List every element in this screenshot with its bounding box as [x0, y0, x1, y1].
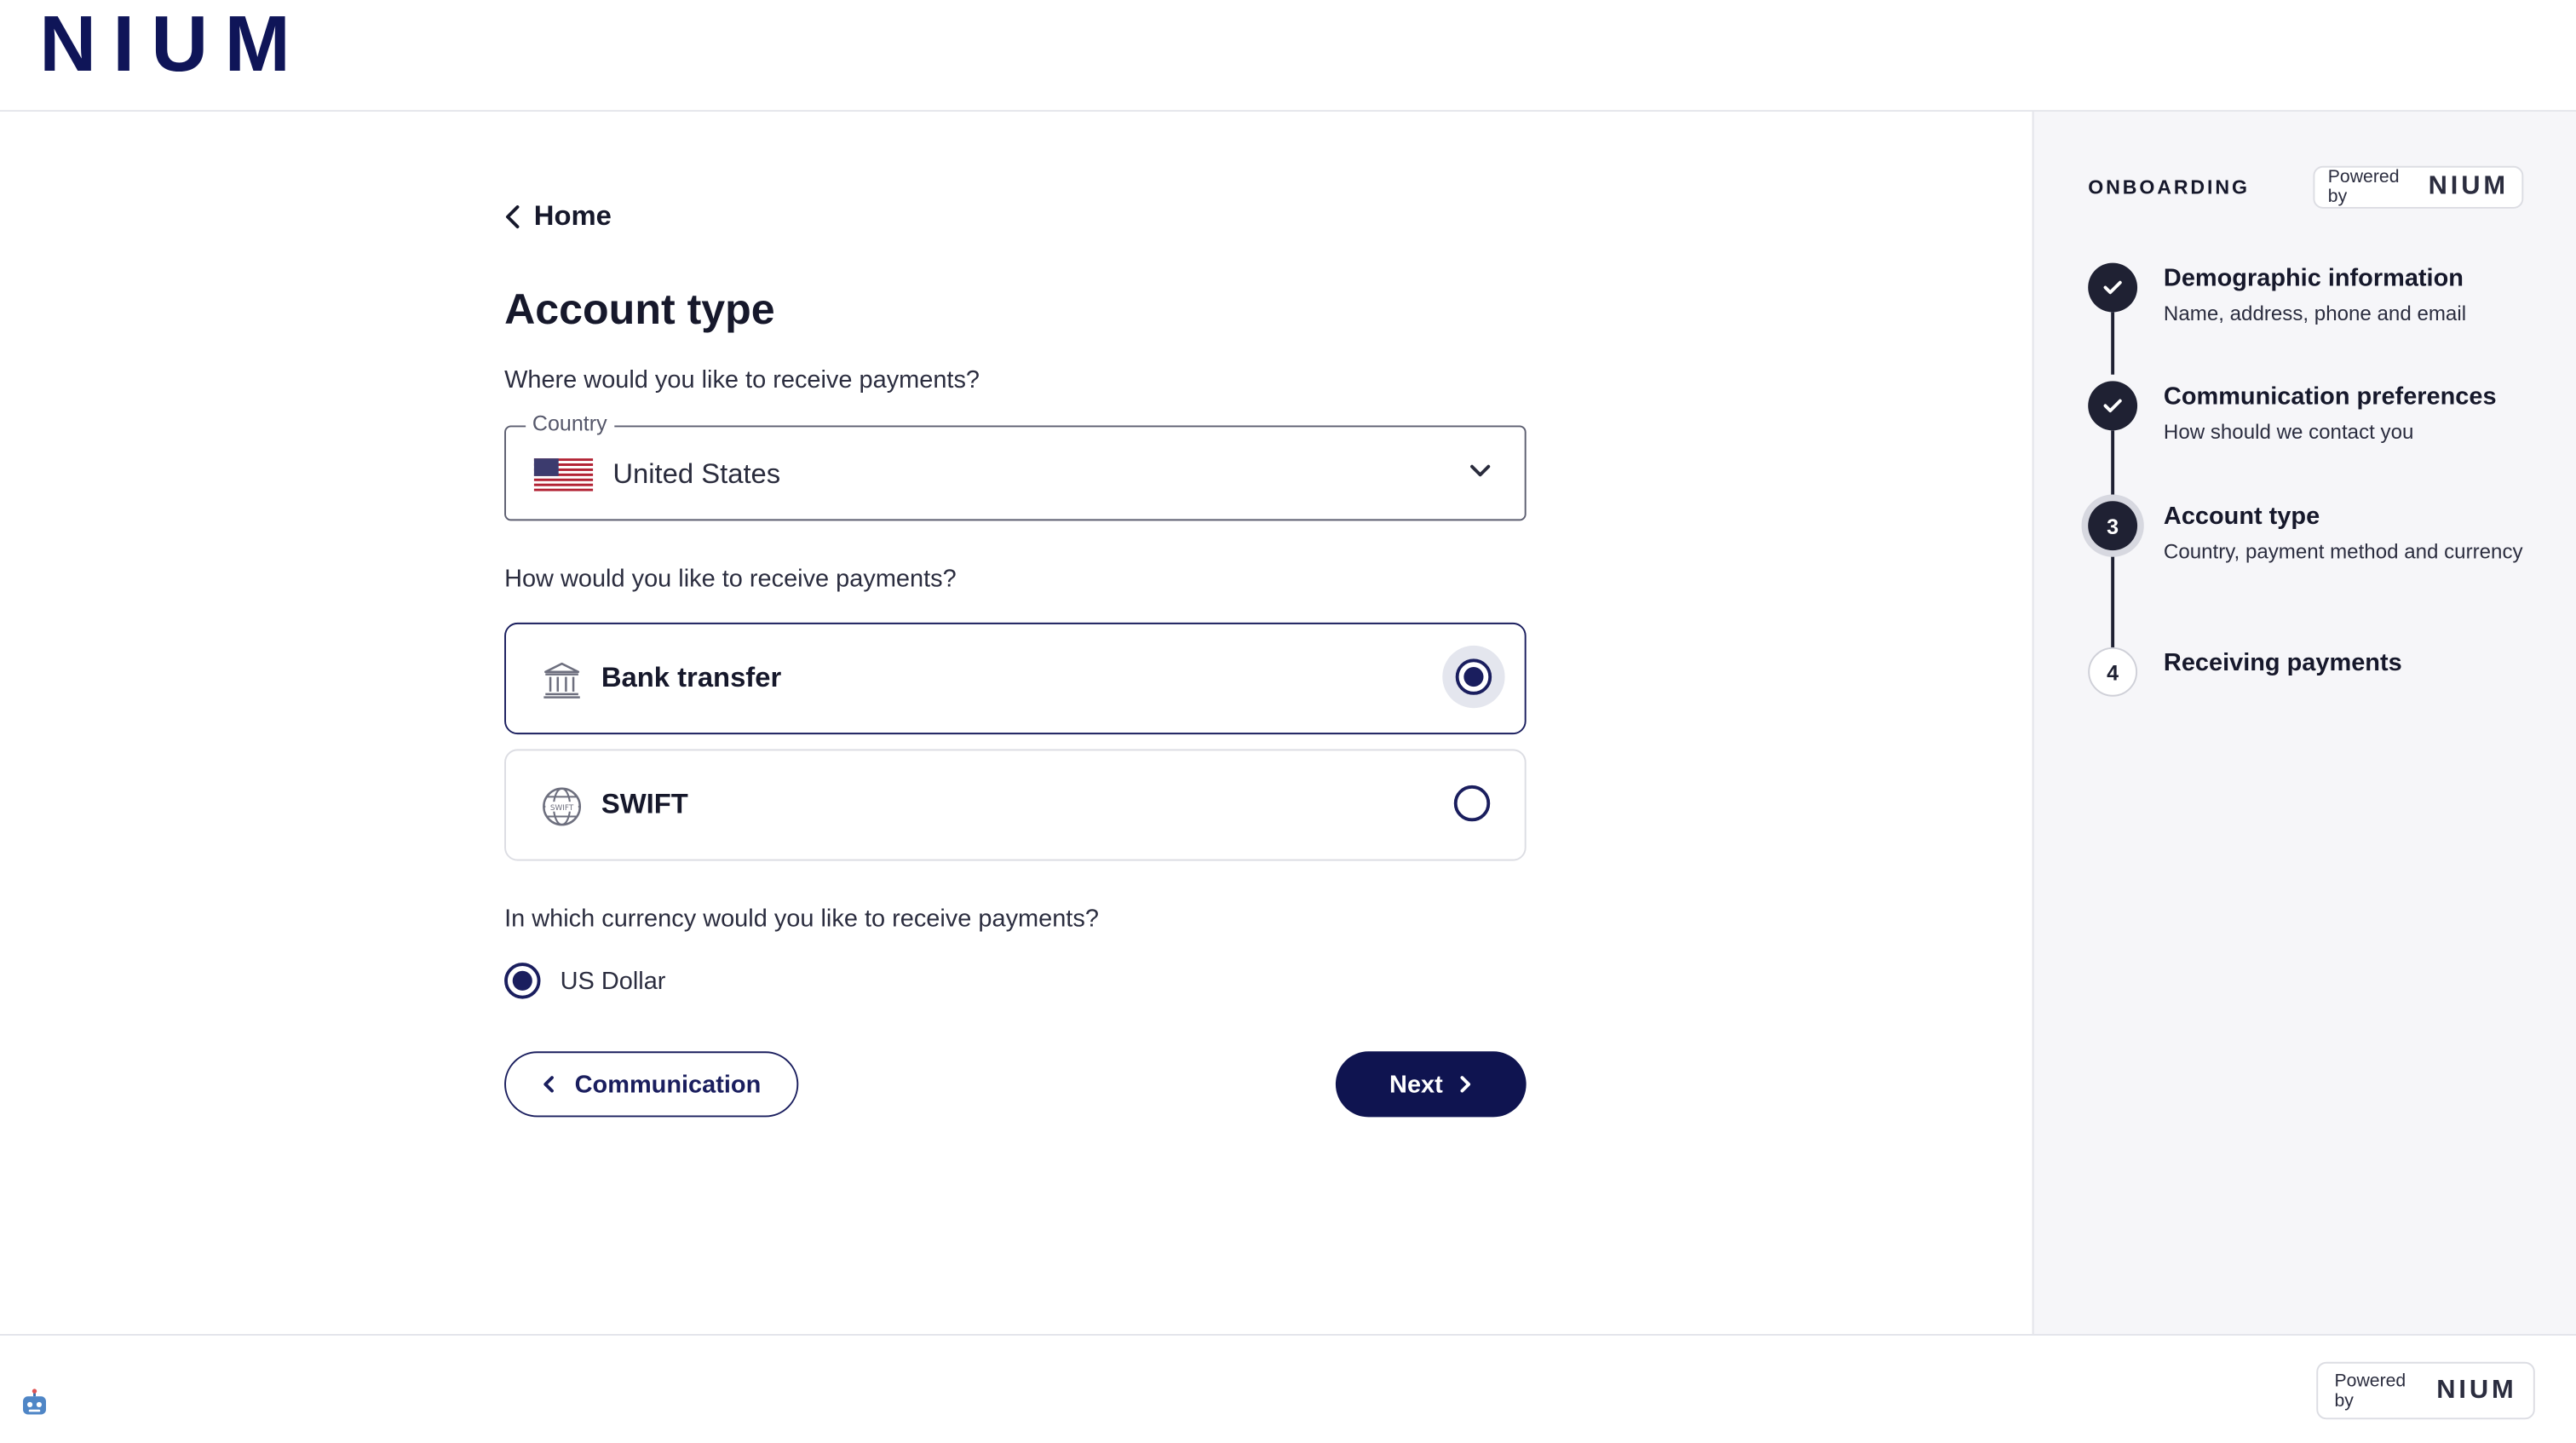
bank-transfer-radio[interactable]: [1442, 645, 1505, 709]
nium-logo[interactable]: NIUM: [39, 6, 307, 85]
app-root: NIUM Home Account type Where would you l…: [0, 0, 2576, 1438]
step-1-subtitle: Name, address, phone and email: [2163, 302, 2467, 325]
powered-by-brand: NIUM: [2428, 172, 2509, 201]
bank-transfer-label: Bank transfer: [601, 662, 782, 693]
payment-option-swift[interactable]: SWIFT SWIFT: [504, 749, 1527, 861]
country-value: United States: [612, 458, 781, 490]
swift-globe-icon: SWIFT: [543, 787, 582, 826]
sidebar-title: ONBOARDING: [2088, 175, 2250, 199]
country-field-label: Country: [526, 411, 614, 436]
check-icon: [2103, 399, 2122, 413]
svg-text:SWIFT: SWIFT: [550, 804, 574, 813]
country-select[interactable]: Country United States: [504, 411, 1527, 521]
step-2-title: Communication preferences: [2163, 382, 2497, 411]
footer-powered-by-badge[interactable]: Powered by NIUM: [2316, 1361, 2535, 1420]
step-3-current: 3: [2088, 501, 2138, 551]
step-connector: [2111, 312, 2115, 375]
step-3-subtitle: Country, payment method and currency: [2163, 540, 2523, 564]
step-1-complete: [2088, 262, 2138, 313]
swift-radio[interactable]: [1453, 785, 1491, 822]
home-label: Home: [533, 200, 612, 232]
step-2-subtitle: How should we contact you: [2163, 420, 2414, 444]
step-connector: [2111, 551, 2115, 651]
next-button[interactable]: Next: [1335, 1051, 1527, 1118]
main-content: Home Account type Where would you like t…: [0, 112, 2033, 1334]
currency-radio[interactable]: [504, 963, 541, 999]
next-button-label: Next: [1389, 1070, 1443, 1099]
back-button[interactable]: Communication: [504, 1051, 799, 1118]
bank-icon: [543, 662, 580, 699]
radio-selected-dot: [1455, 658, 1492, 695]
chevron-right-icon: [1460, 1076, 1471, 1093]
powered-by-text: Powered by: [2327, 167, 2400, 207]
page-title: Account type: [504, 284, 775, 334]
chatbot-icon[interactable]: [20, 1388, 49, 1418]
currency-label: US Dollar: [560, 966, 666, 995]
top-bar: NIUM: [0, 0, 2576, 112]
onboarding-sidebar: ONBOARDING Powered by NIUM Demographic i…: [2032, 112, 2576, 1334]
footer-powered-by-text: Powered by: [2334, 1371, 2406, 1411]
check-icon: [2103, 280, 2122, 295]
payment-option-bank-transfer[interactable]: Bank transfer: [504, 622, 1527, 735]
footer: Powered by NIUM: [0, 1333, 2576, 1438]
home-link[interactable]: Home: [504, 200, 612, 233]
chevron-down-icon: [1470, 464, 1491, 477]
chevron-left-icon: [543, 1076, 554, 1093]
step-3-title: Account type: [2163, 503, 2320, 531]
currency-question: In which currency would you like to rece…: [504, 905, 1099, 934]
step-4-pending: 4: [2088, 647, 2138, 697]
step-2-complete: [2088, 381, 2138, 431]
step-connector: [2111, 430, 2115, 505]
us-flag-icon: [533, 458, 594, 492]
country-question: Where would you like to receive payments…: [504, 366, 980, 394]
powered-by-badge[interactable]: Powered by NIUM: [2313, 165, 2524, 209]
currency-option-usd[interactable]: US Dollar: [504, 963, 666, 999]
chevron-left-icon: [505, 205, 520, 229]
step-1-title: Demographic information: [2163, 264, 2464, 293]
footer-powered-by-brand: NIUM: [2436, 1376, 2517, 1404]
step-4-title: Receiving payments: [2163, 648, 2402, 677]
back-button-label: Communication: [574, 1070, 762, 1099]
method-question: How would you like to receive payments?: [504, 565, 957, 594]
swift-label: SWIFT: [601, 788, 688, 820]
